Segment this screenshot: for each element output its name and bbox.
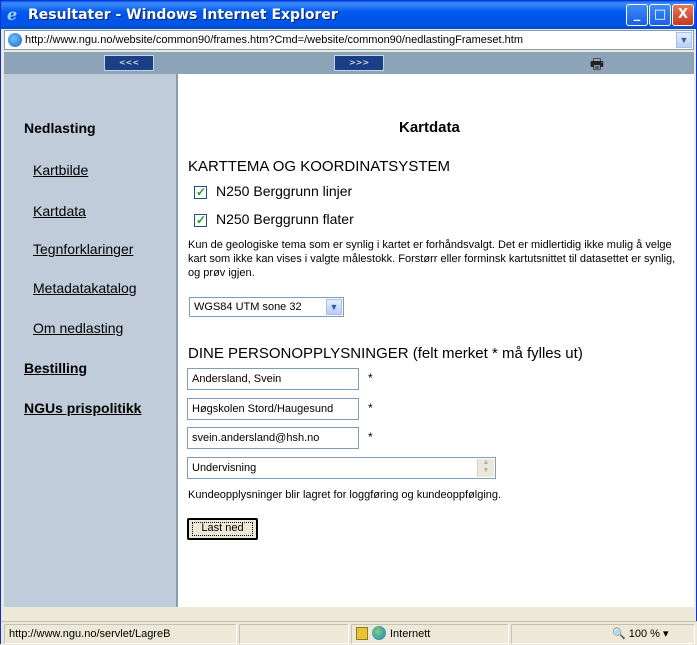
download-button[interactable]: Last ned	[187, 518, 258, 540]
forward-frame-button[interactable]: >>>	[334, 55, 384, 71]
zoom-level: 100 %	[628, 628, 660, 640]
title-bar: e Resultater - Windows Internet Explorer…	[1, 1, 696, 29]
maximize-button[interactable]: □	[649, 4, 671, 26]
organisation-field[interactable]: Høgskolen Stord/Haugesund	[187, 398, 359, 420]
chevron-down-icon[interactable]: ▾	[663, 628, 669, 640]
status-empty-segment	[239, 624, 349, 644]
frame-toolbar: <<< >>> 🖶	[4, 52, 694, 74]
zone-label: Internett	[390, 628, 431, 640]
window-title: Resultater - Windows Internet Explorer	[28, 7, 338, 23]
security-shield-icon	[356, 627, 368, 640]
name-value: Andersland, Svein	[192, 373, 282, 385]
sidebar-top	[4, 74, 176, 105]
layer-label-linjer: N250 Berggrunn linjer	[216, 183, 353, 199]
sidebar-item-kartdata[interactable]: Kartdata	[33, 203, 86, 219]
coordinate-system-select[interactable]: WGS84 UTM sone 32 ▼	[189, 297, 344, 317]
required-marker: *	[368, 430, 373, 444]
content-top	[177, 74, 694, 105]
sidebar-item-kartbilde[interactable]: Kartbilde	[33, 162, 88, 178]
layer-checkbox-flater[interactable]: ✓	[194, 213, 207, 227]
sidebar-heading: Nedlasting	[24, 120, 96, 136]
page-title: Kartdata	[399, 119, 460, 136]
sidebar-item-om-nedlasting[interactable]: Om nedlasting	[33, 320, 123, 336]
checkmark-icon: ✓	[196, 213, 207, 227]
email-field[interactable]: svein.andersland@hsh.no	[187, 427, 359, 449]
minimize-button[interactable]: _	[626, 4, 648, 26]
sidebar-item-tegnforklaringer[interactable]: Tegnforklaringer	[33, 241, 133, 257]
coordinate-system-value: WGS84 UTM sone 32	[194, 301, 302, 313]
browser-window: e Resultater - Windows Internet Explorer…	[0, 0, 697, 645]
focus-ring	[192, 522, 253, 536]
status-url: http://www.ngu.no/servlet/LagreB	[4, 624, 237, 644]
page-globe-icon	[8, 33, 22, 47]
email-value: svein.andersland@hsh.no	[192, 432, 320, 444]
status-zone[interactable]: Internett	[351, 624, 509, 644]
required-marker: *	[368, 371, 373, 385]
sidebar-item-metadatakatalog[interactable]: Metadatakatalog	[33, 280, 137, 296]
zoom-control[interactable]: 🔍 100 % ▾	[511, 624, 695, 644]
layer-checkbox-linjer[interactable]: ✓	[194, 185, 207, 199]
required-marker: *	[368, 401, 373, 415]
chevron-down-icon[interactable]: ▼	[326, 299, 342, 315]
layer-info-text: Kun de geologiske tema som er synlig i k…	[188, 239, 676, 279]
address-dropdown-icon[interactable]: ▼	[676, 32, 692, 48]
checkmark-icon: ✓	[196, 185, 207, 199]
purpose-value: Undervisning	[192, 462, 257, 474]
sidebar-item-prispolitikk[interactable]: NGUs prispolitikk	[24, 400, 141, 416]
internet-zone-icon	[372, 626, 386, 640]
frame-divider[interactable]	[176, 74, 178, 607]
purpose-select[interactable]: Undervisning ▲ ▼	[187, 457, 496, 479]
sidebar-item-bestilling[interactable]: Bestilling	[24, 360, 87, 376]
back-frame-button[interactable]: <<<	[104, 55, 154, 71]
name-field[interactable]: Andersland, Svein	[187, 368, 359, 390]
section-heading-karttema: KARTTEMA OG KOORDINATSYSTEM	[188, 158, 450, 175]
layer-label-flater: N250 Berggrunn flater	[216, 211, 354, 227]
storage-note: Kundeopplysninger blir lagret for loggfø…	[188, 489, 502, 501]
sidebar	[4, 105, 176, 607]
address-url[interactable]: http://www.ngu.no/website/common90/frame…	[25, 34, 523, 46]
status-bar: http://www.ngu.no/servlet/LagreB Interne…	[1, 621, 697, 645]
organisation-value: Høgskolen Stord/Haugesund	[192, 403, 334, 415]
section-heading-personopplysninger: DINE PERSONOPPLYSNINGER (felt merket * m…	[188, 345, 583, 362]
zoom-icon: 🔍	[612, 628, 626, 640]
spinner-icon[interactable]: ▲ ▼	[477, 459, 494, 477]
address-bar[interactable]: http://www.ngu.no/website/common90/frame…	[4, 30, 694, 50]
ie-logo-icon: e	[7, 5, 18, 24]
close-button[interactable]: X	[672, 4, 694, 26]
